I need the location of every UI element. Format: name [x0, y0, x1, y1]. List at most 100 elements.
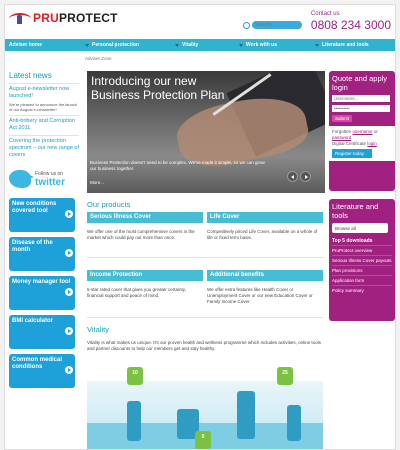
divider	[87, 257, 323, 258]
certificate-login-link[interactable]: login	[367, 141, 377, 146]
tile-label: New conditions covered tool	[12, 201, 57, 214]
login-title: Quote and apply login	[332, 74, 388, 92]
tile-new-conditions[interactable]: New conditions covered tool	[9, 198, 75, 232]
tool-link[interactable]: Serious Illness Cover payouts	[332, 255, 392, 265]
vitality-illustration[interactable]: 10 25 5	[87, 361, 323, 449]
divider	[87, 317, 323, 318]
tile-disease-of-month[interactable]: Disease of the month	[9, 237, 75, 271]
breadcrumb: Adviser Zone	[85, 56, 112, 61]
points-badge: 25	[277, 367, 293, 385]
tile-label: Common medical conditions	[12, 357, 63, 370]
password-link[interactable]: password	[332, 135, 351, 140]
logo-text: PRUPROTECT	[33, 11, 118, 25]
password-field[interactable]	[332, 105, 390, 112]
username-field[interactable]	[332, 95, 390, 102]
browse-all-button[interactable]: Browse all	[332, 223, 388, 233]
product-additional-benefits[interactable]: Additional benefits	[207, 270, 323, 281]
product-text: 5-star rated cover that gives you greate…	[87, 287, 186, 298]
nav-item-label: Adviser home	[9, 42, 43, 48]
twitter-follow[interactable]: Follow us on twitter	[9, 170, 79, 188]
hero-caption: Business Protection doesn't need to be c…	[90, 160, 265, 171]
nav-item-vitality[interactable]: Vitality	[171, 42, 235, 48]
tool-link[interactable]: Policy summary	[332, 285, 392, 295]
submit-button[interactable]: Submit	[332, 115, 353, 122]
chevron-down-icon	[175, 43, 179, 47]
forgotten-label: Forgotten	[332, 129, 352, 134]
jogger-figure-icon	[287, 405, 301, 441]
main-nav: Adviser home Personal protection Vitalit…	[5, 39, 395, 51]
twitter-bird-icon	[9, 170, 34, 188]
product-text: We offer extra features like Health Cove…	[207, 287, 313, 304]
hero-banner[interactable]: Introducing our new Business Protection …	[87, 71, 325, 193]
news-link[interactable]: August e-newsletter now launched!	[9, 86, 79, 100]
news-item: August e-newsletter now launched! We're …	[9, 83, 79, 115]
contact-label: Contact us	[310, 11, 340, 17]
product-text: We offer one of the most comprehensive c…	[87, 229, 195, 240]
site-header: PRUPROTECT Contact us 0808 234 3000	[5, 5, 395, 39]
arrow-right-icon	[65, 210, 73, 218]
follow-us-label: Follow us on	[35, 170, 64, 177]
tool-link[interactable]: Application form	[332, 275, 392, 285]
tile-label: Money manager tool	[12, 279, 71, 285]
hero-title-line1: Introducing our new	[91, 74, 197, 88]
tool-link: Top 5 downloads	[332, 237, 373, 244]
news-link[interactable]: Anti-bribery and Corruption Act 2011	[9, 118, 79, 132]
tile-medical-conditions[interactable]: Common medical conditions	[9, 354, 75, 388]
tile-label: Disease of the month	[12, 240, 53, 253]
arrow-right-icon	[65, 327, 73, 335]
hero-more-link[interactable]: More...	[90, 180, 104, 185]
nav-item-label: Vitality	[182, 42, 199, 48]
chevron-down-icon	[315, 43, 319, 47]
vitality-title: Vitality	[87, 325, 109, 334]
contact-number: 0808 234 3000	[310, 18, 391, 32]
product-life-cover[interactable]: Life Cover	[207, 212, 323, 223]
product-income-protection[interactable]: Income Protection	[87, 270, 203, 281]
slider-prev-icon[interactable]	[287, 171, 298, 182]
tile-money-manager[interactable]: Money manager tool	[9, 276, 75, 310]
tool-link[interactable]: Plan provisions	[332, 265, 392, 275]
search-icon[interactable]	[243, 21, 250, 29]
runner-figure-icon	[127, 401, 141, 441]
left-sidebar: Latest news August e-newsletter now laun…	[9, 71, 79, 393]
nav-item-literature-tools[interactable]: Literature and tools	[311, 42, 395, 48]
nav-item-adviser-home[interactable]: Adviser home	[5, 42, 81, 48]
register-button[interactable]: Register today	[332, 149, 372, 158]
nav-item-personal-protection[interactable]: Personal protection	[81, 42, 171, 48]
news-link[interactable]: Covering the protection spectrum – our n…	[9, 138, 79, 159]
digital-certificate-label: Digital Certificate	[332, 141, 367, 146]
products-title: Our products	[87, 200, 131, 209]
tile-label: BMI calculator	[12, 318, 54, 324]
logo[interactable]: PRUPROTECT	[9, 10, 118, 26]
news-item: Covering the protection spectrum – our n…	[9, 135, 79, 162]
tile-bmi-calculator[interactable]: BMI calculator	[9, 315, 75, 349]
product-serious-illness[interactable]: Serious Illness Cover	[87, 212, 203, 223]
username-link[interactable]: username	[353, 129, 373, 134]
twitter-wordmark: twitter	[35, 176, 65, 188]
tool-tiles: New conditions covered tool Disease of t…	[9, 198, 79, 388]
tool-link[interactable]: PruProtect overview	[332, 245, 392, 255]
chevron-down-icon	[239, 43, 243, 47]
hero-title: Introducing our new Business Protection …	[91, 74, 224, 102]
vitality-text: Vitality is what makes us unique. It's o…	[87, 340, 321, 351]
nav-item-label: Personal protection	[92, 42, 139, 48]
search-input[interactable]	[252, 21, 302, 29]
chevron-down-icon	[85, 43, 89, 47]
slider-next-icon[interactable]	[300, 171, 311, 182]
login-help: Forgotten username or password Digital C…	[329, 126, 395, 161]
logo-protect: PROTECT	[58, 11, 118, 25]
logo-mark-icon	[9, 11, 31, 25]
login-box: Quote and apply login Submit Forgotten u…	[329, 71, 395, 191]
nav-item-label: Literature and tools	[322, 42, 369, 48]
contact-block: Contact us 0808 234 3000	[311, 11, 391, 32]
literature-tools-box: Literature and tools Browse all Top 5 do…	[329, 199, 395, 321]
news-item: Anti-bribery and Corruption Act 2011	[9, 115, 79, 135]
news-summary: We're pleased to announce the launch of …	[9, 102, 78, 112]
latest-news-title: Latest news	[9, 71, 52, 80]
arrow-right-icon	[65, 249, 73, 257]
points-badge: 5	[195, 431, 211, 449]
search-box	[243, 21, 302, 29]
hero-title-line2: Business Protection Plan	[91, 88, 225, 102]
logo-pru: PRU	[33, 11, 59, 25]
nav-item-work-with-us[interactable]: Work with us	[235, 42, 311, 48]
or-label: or	[373, 129, 378, 134]
